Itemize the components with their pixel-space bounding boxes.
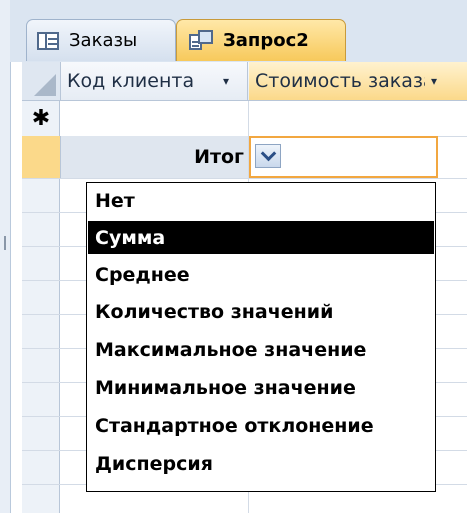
totals-row-label: Итог bbox=[61, 136, 248, 178]
option-none[interactable]: Нет bbox=[88, 184, 434, 217]
totals-row-selector[interactable] bbox=[22, 136, 61, 178]
tab-orders-label: Заказы bbox=[69, 30, 138, 51]
option-count[interactable]: Количество значений bbox=[88, 295, 434, 328]
select-all-corner[interactable] bbox=[22, 62, 61, 100]
query-icon bbox=[189, 29, 213, 52]
chevron-down-icon bbox=[260, 145, 276, 162]
sort-filter-arrow-icon[interactable]: ▾ bbox=[223, 74, 229, 88]
window-left-edge bbox=[0, 0, 11, 513]
column-header-label: Стоимость заказа bbox=[255, 70, 425, 92]
document-tab-strip: Заказы Запрос2 bbox=[10, 0, 467, 62]
totals-row: Итог bbox=[22, 136, 467, 178]
option-stdev[interactable]: Стандартное отклонение bbox=[88, 409, 434, 442]
aggregate-function-list[interactable]: Нет Сумма Среднее Количество значений Ма… bbox=[86, 182, 436, 492]
new-record-icon: ✱ bbox=[31, 105, 51, 131]
option-min[interactable]: Минимальное значение bbox=[88, 371, 434, 404]
totals-combobox[interactable] bbox=[249, 136, 438, 178]
option-variance[interactable]: Дисперсия bbox=[88, 447, 434, 480]
tab-orders[interactable]: Заказы bbox=[26, 19, 176, 61]
tab-query2[interactable]: Запрос2 bbox=[176, 19, 346, 61]
column-header-row: Код клиента ▾ Стоимость заказа ▾ bbox=[22, 62, 467, 101]
table-icon bbox=[37, 31, 59, 50]
combobox-dropdown-button[interactable] bbox=[255, 144, 281, 168]
column-header-order-cost[interactable]: Стоимость заказа ▾ bbox=[249, 62, 467, 100]
column-header-label: Код клиента bbox=[67, 70, 195, 92]
option-average[interactable]: Среднее bbox=[88, 258, 434, 291]
sort-filter-arrow-icon[interactable]: ▾ bbox=[431, 74, 437, 88]
datasheet-window: Заказы Запрос2 Код клиента ▾ Стоимость з… bbox=[0, 0, 467, 513]
option-sum[interactable]: Сумма bbox=[88, 221, 434, 254]
row-divider bbox=[22, 178, 467, 179]
column-header-client-code[interactable]: Код клиента ▾ bbox=[61, 62, 248, 100]
resize-mark bbox=[4, 236, 6, 250]
tab-query2-label: Запрос2 bbox=[223, 30, 309, 51]
option-max[interactable]: Максимальное значение bbox=[88, 333, 434, 366]
